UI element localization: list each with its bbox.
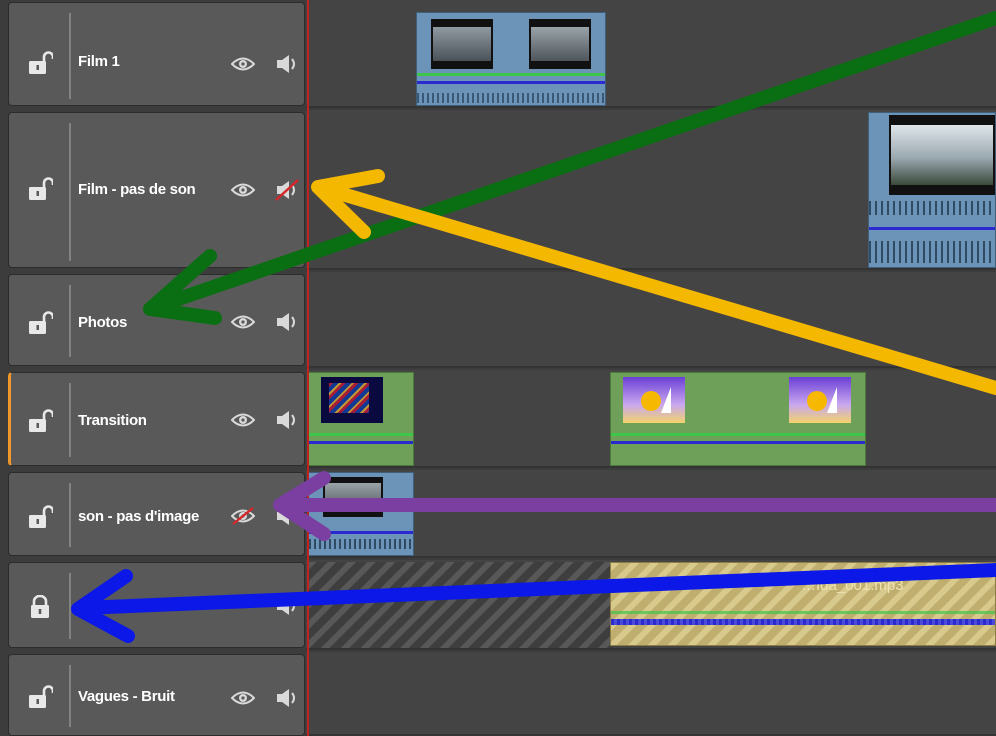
lock-open-icon[interactable] (27, 51, 53, 75)
audio-waveform (869, 241, 995, 263)
clip-thumbnail (889, 115, 995, 195)
clip-thumbnail (529, 19, 591, 69)
clip-thumbnail (323, 477, 383, 517)
track-name[interactable]: Film - pas de son (78, 181, 196, 198)
transition-clip-2[interactable] (610, 372, 866, 466)
playhead[interactable] (307, 0, 309, 736)
eye-icon[interactable] (231, 313, 255, 331)
track-name[interactable]: Photos (78, 314, 127, 331)
track-name[interactable]: Vagues - Bruit (78, 688, 175, 705)
transition-clip-1[interactable] (308, 372, 414, 466)
header-separator (69, 285, 71, 357)
track-header-locked[interactable] (8, 562, 305, 648)
track-header-film-1[interactable]: Film 1 (8, 2, 305, 106)
lock-open-icon[interactable] (27, 505, 53, 529)
header-separator (69, 573, 71, 639)
eye-muted-icon[interactable] (231, 507, 255, 525)
track-header-vagues-bruit[interactable]: Vagues - Bruit (8, 654, 305, 736)
speaker-icon[interactable] (275, 311, 299, 333)
eye-icon[interactable] (231, 181, 255, 199)
speaker-icon[interactable] (275, 687, 299, 709)
locked-track-hatch (308, 562, 612, 648)
clip-thumbnail (321, 377, 383, 423)
speaker-icon[interactable] (275, 505, 299, 527)
lock-open-icon[interactable] (27, 311, 53, 335)
eye-icon[interactable] (231, 55, 255, 73)
audio-waveform (309, 539, 413, 549)
track-name[interactable]: Film 1 (78, 53, 120, 70)
header-separator (69, 665, 71, 727)
header-separator (69, 13, 71, 99)
speaker-icon[interactable] (275, 53, 299, 75)
track-header-film-pas-de-son[interactable]: Film - pas de son (8, 112, 305, 268)
audio-waveform (869, 201, 995, 215)
lock-closed-icon[interactable] (27, 595, 53, 619)
clip-title: …Ida_001.mp3 (801, 577, 904, 594)
track-header-transition[interactable]: Transition (8, 372, 305, 466)
clip-thumbnail (431, 19, 493, 69)
speaker-icon[interactable] (275, 595, 299, 617)
video-clip-film-1[interactable] (416, 12, 606, 106)
clip-thumbnail (623, 377, 685, 423)
audio-waveform (417, 93, 605, 103)
header-separator (69, 123, 71, 261)
header-separator (69, 483, 71, 547)
audio-only-clip[interactable] (308, 472, 414, 556)
lock-open-icon[interactable] (27, 409, 53, 433)
header-separator (69, 383, 71, 457)
clip-thumbnail (789, 377, 851, 423)
track-header-photos[interactable]: Photos (8, 274, 305, 366)
lock-open-icon[interactable] (27, 685, 53, 709)
track-name[interactable]: Transition (78, 412, 147, 429)
video-clip-film-pas-de-son[interactable] (868, 112, 996, 268)
locked-audio-clip[interactable]: …Ida_001.mp3 (610, 562, 996, 646)
track-header-son-pas-d-image[interactable]: son - pas d'image (8, 472, 305, 556)
track-name[interactable]: son - pas d'image (78, 508, 224, 525)
lock-open-icon[interactable] (27, 177, 53, 201)
timeline-lane-film-1[interactable] (306, 0, 996, 108)
timeline-lane-vagues-bruit[interactable] (306, 652, 996, 736)
timeline-lane-photos[interactable] (306, 272, 996, 368)
eye-icon[interactable] (231, 689, 255, 707)
speaker-muted-icon[interactable] (275, 179, 299, 201)
speaker-icon[interactable] (275, 409, 299, 431)
eye-icon[interactable] (231, 411, 255, 429)
